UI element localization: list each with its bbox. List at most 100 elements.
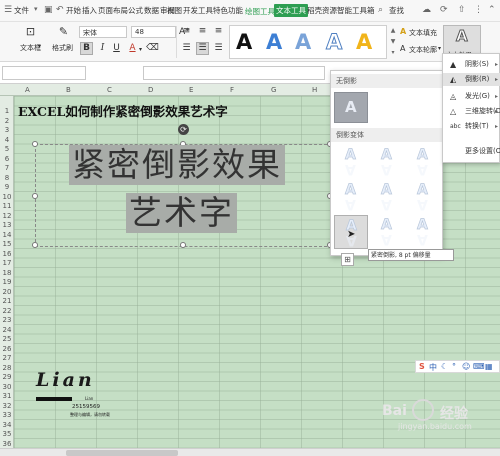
menu-file[interactable]: 文件 — [14, 5, 29, 16]
row-header[interactable]: 8 — [2, 174, 12, 182]
search-icon[interactable]: ⌕ — [378, 5, 383, 15]
ime-punct-icon[interactable]: ° — [452, 362, 456, 371]
no-reflection-option[interactable]: A — [334, 92, 368, 123]
row-header[interactable]: 2 — [2, 117, 12, 125]
layout-options-icon[interactable]: ⊞ — [341, 253, 354, 266]
row-header[interactable]: 30 — [2, 383, 12, 391]
row-header[interactable]: 21 — [2, 297, 12, 305]
reflection-variant[interactable]: A A — [406, 180, 440, 214]
text-outline-label[interactable]: 文本轮廓 — [409, 45, 437, 55]
row-header[interactable]: 7 — [2, 164, 12, 172]
menu-item-shadow[interactable]: ▲ 阴影(S) ▸ — [443, 58, 500, 71]
formula-input[interactable] — [143, 66, 325, 80]
column-header[interactable]: C — [107, 86, 112, 94]
reflection-variant[interactable]: A A — [334, 145, 368, 179]
menu-item-more-settings[interactable]: 更多设置(O) — [443, 145, 500, 158]
row-header[interactable]: 31 — [2, 392, 12, 400]
column-header[interactable]: D — [148, 86, 153, 94]
menu-item-glow[interactable]: ◬ 发光(G) ▸ — [443, 90, 500, 103]
row-header[interactable]: 22 — [2, 307, 12, 315]
tab-formula[interactable]: 公式 — [128, 5, 143, 16]
text-fill-icon[interactable]: A — [400, 27, 406, 36]
underline-button[interactable]: U — [110, 42, 123, 55]
reflection-variant[interactable]: A A — [370, 215, 404, 249]
wordart-line-1[interactable]: 紧密倒影效果 — [69, 145, 285, 185]
row-header[interactable]: 34 — [2, 421, 12, 429]
save-icon[interactable]: ▣ — [44, 5, 53, 15]
row-header[interactable]: 27 — [2, 354, 12, 362]
align-middle-icon[interactable]: ≡ — [196, 25, 209, 38]
row-header[interactable]: 5 — [2, 145, 12, 153]
italic-button[interactable]: I — [96, 42, 109, 55]
tab-smart-toolbox[interactable]: 智能工具箱 — [337, 5, 375, 16]
chevron-down-icon[interactable]: ▾ — [139, 46, 142, 53]
row-header[interactable]: 29 — [2, 373, 12, 381]
row-header[interactable]: 12 — [2, 212, 12, 220]
chevron-up-icon[interactable]: ▲ — [389, 25, 397, 36]
row-header[interactable]: 17 — [2, 259, 12, 267]
collapse-ribbon-icon[interactable]: ⌃ — [488, 5, 496, 15]
wordart-style-gold[interactable]: A — [356, 29, 372, 55]
row-header[interactable]: 26 — [2, 345, 12, 353]
column-header[interactable]: H — [312, 86, 317, 94]
bold-button[interactable]: B — [80, 42, 93, 55]
tab-docer[interactable]: 稻壳资源 — [307, 5, 337, 16]
format-painter-icon[interactable]: ✎ — [57, 25, 70, 38]
name-box[interactable] — [2, 66, 86, 80]
search-label[interactable]: 查找 — [389, 5, 404, 16]
menu-item-transform[interactable]: abc 转换(T) ▸ — [443, 120, 500, 133]
row-header[interactable]: 23 — [2, 316, 12, 324]
chevron-down-icon[interactable]: ▾ — [38, 43, 41, 50]
undo-icon[interactable]: ↶ — [56, 5, 64, 15]
row-header[interactable]: 9 — [2, 183, 12, 191]
ime-toolbar[interactable]: S 中 ☾ ° ☺ ⌨ ▦ — [415, 360, 500, 373]
ime-moon-icon[interactable]: ☾ — [441, 362, 448, 371]
row-header[interactable]: 16 — [2, 250, 12, 258]
font-size-select[interactable]: 48 — [131, 26, 176, 38]
row-header[interactable]: 13 — [2, 221, 12, 229]
ime-emoji-icon[interactable]: ☺ — [462, 362, 470, 371]
wordart-style-outline[interactable]: A — [325, 29, 342, 55]
ime-logo-icon[interactable]: S — [419, 362, 425, 371]
font-name-select[interactable]: 宋体 — [79, 26, 127, 38]
rotate-handle-icon[interactable]: ⟳ — [178, 124, 189, 135]
tab-home[interactable]: 开始 — [66, 5, 81, 16]
reflection-variant[interactable]: A A — [406, 215, 440, 249]
wordart-style-gallery[interactable]: A A A A A — [229, 25, 387, 59]
wordart-style-lightblue[interactable]: A — [295, 29, 311, 55]
row-header[interactable]: 33 — [2, 411, 12, 419]
row-header[interactable]: 32 — [2, 402, 12, 410]
reflection-variant[interactable]: A A — [370, 145, 404, 179]
align-right-icon[interactable]: ☰ — [212, 42, 225, 55]
chevron-down-icon[interactable]: ▼ — [389, 36, 397, 47]
tab-insert[interactable]: 插入 — [82, 5, 97, 16]
wordart-style-blue[interactable]: A — [266, 29, 282, 55]
align-center-icon[interactable]: ☰ — [196, 42, 209, 55]
reflection-variant[interactable]: A A — [406, 145, 440, 179]
reflection-variant[interactable]: A A — [334, 180, 368, 214]
row-header[interactable]: 6 — [2, 155, 12, 163]
tab-data[interactable]: 数据 — [144, 5, 159, 16]
gallery-scroll[interactable]: ▲ ▼ ▾ — [389, 25, 397, 59]
textbox-icon[interactable]: ⊡ — [24, 25, 37, 38]
row-header[interactable]: 3 — [2, 126, 12, 134]
tab-text-tools[interactable]: 文本工具 — [274, 4, 308, 17]
menu-item-reflection[interactable]: ◭ 倒影(R) ▸ — [443, 73, 500, 86]
row-header[interactable]: 18 — [2, 269, 12, 277]
horizontal-scrollbar[interactable] — [0, 448, 500, 456]
cloud-icon[interactable]: ☁ — [422, 5, 431, 15]
column-header[interactable]: G — [271, 86, 276, 94]
ime-keyboard-icon[interactable]: ⌨ — [473, 362, 485, 371]
align-left-icon[interactable]: ☰ — [180, 42, 193, 55]
chevron-down-icon[interactable]: ▾ — [34, 5, 38, 13]
wordart-style-black[interactable]: A — [236, 29, 252, 55]
row-header[interactable]: 10 — [2, 193, 12, 201]
ime-tools-icon[interactable]: ▦ — [485, 362, 493, 371]
row-header[interactable]: 1 — [2, 107, 12, 115]
tab-view[interactable]: 视图 — [167, 5, 182, 16]
resize-handle[interactable] — [32, 193, 38, 199]
row-header[interactable]: 15 — [2, 240, 12, 248]
text-outline-icon[interactable]: A — [400, 44, 405, 53]
row-header[interactable]: 35 — [2, 430, 12, 438]
column-header[interactable]: E — [189, 86, 193, 94]
